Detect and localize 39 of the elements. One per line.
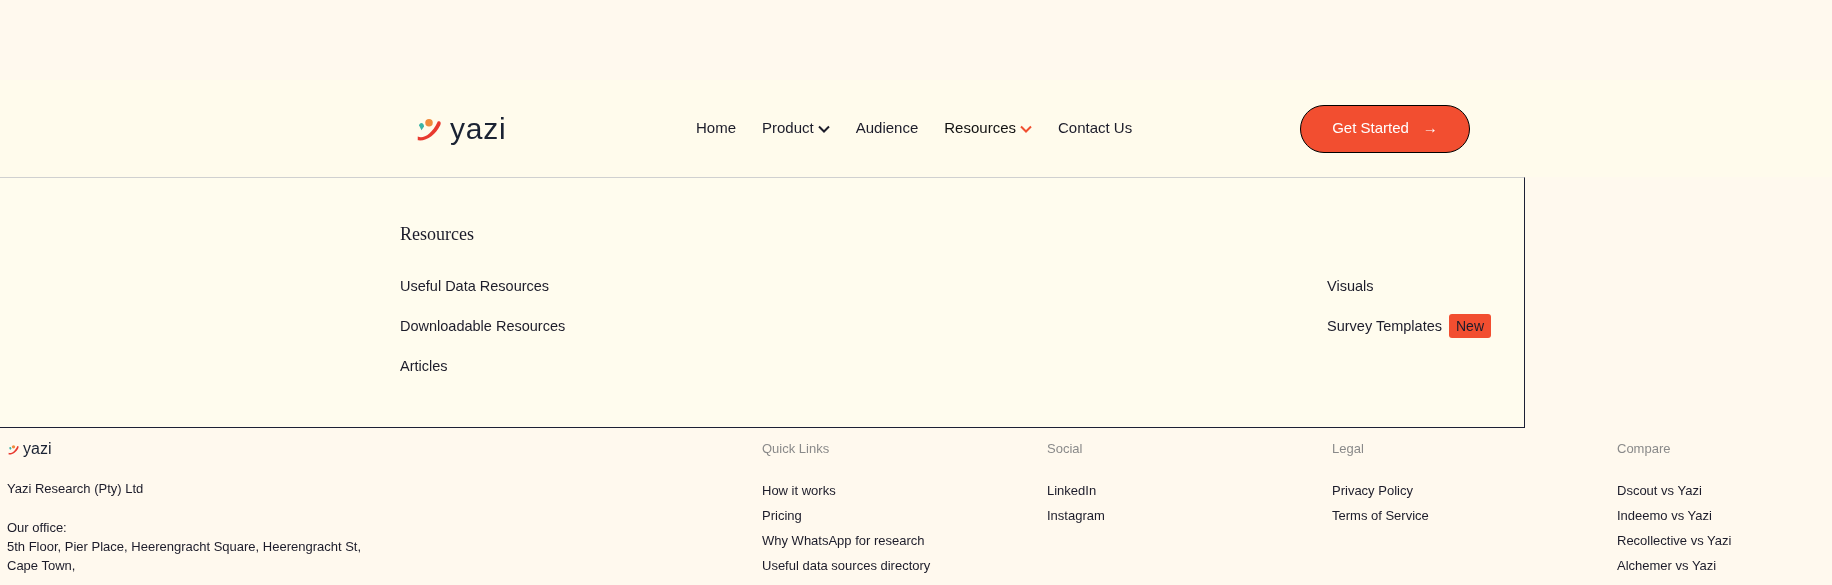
nav-link[interactable]: Product (762, 117, 830, 140)
footer-column-heading: Quick Links (762, 440, 831, 458)
footer-link[interactable]: Instagram (1047, 507, 1105, 525)
footer-link[interactable]: How it works (762, 482, 836, 500)
footer-column-heading: Social (1047, 440, 1084, 458)
new-badge: New (1449, 314, 1491, 338)
dropdown-link[interactable]: Useful Data Resources (400, 275, 550, 297)
footer-link[interactable]: Pricing (762, 507, 802, 525)
footer-column-heading: Legal (1332, 440, 1365, 458)
dropdown-link[interactable]: Visuals (1327, 275, 1374, 297)
logo-text[interactable]: yazi (23, 441, 52, 457)
address-line: 5th Floor, Pier Place, Heerengracht Square, Heerengracht St, (7, 538, 363, 555)
office-label: Our office: (7, 519, 68, 536)
get-started-button[interactable]: Get Started → (1300, 104, 1470, 153)
footer-link[interactable]: Useful data sources directory (762, 557, 931, 575)
nav-link[interactable]: Home (696, 117, 736, 140)
footer-link[interactable]: Terms of Service (1332, 507, 1429, 525)
dropdown-link[interactable]: Articles (400, 355, 448, 377)
address-line: Cape Town, (7, 557, 77, 574)
nav-link[interactable]: Audience (855, 117, 919, 140)
footer-link[interactable]: Indeemo vs Yazi (1617, 507, 1712, 525)
footer-link[interactable]: Dscout vs Yazi (1617, 482, 1702, 500)
nav-link[interactable]: Contact Us (1058, 117, 1133, 140)
footer-link[interactable]: Alchemer vs Yazi (1617, 557, 1717, 575)
dropdown-link[interactable]: Survey Templates (1327, 315, 1442, 337)
logo-icon (7, 442, 20, 456)
chevron-down-icon (1020, 124, 1032, 133)
nav-link[interactable]: Resources (944, 117, 1032, 140)
logo-text[interactable]: yazi (450, 113, 507, 144)
arrow-icon: → (1422, 117, 1438, 140)
footer-link[interactable]: Recollective vs Yazi (1617, 532, 1732, 550)
footer-link[interactable]: LinkedIn (1047, 482, 1097, 500)
dropdown-link[interactable]: Downloadable Resources (400, 315, 566, 337)
footer-column-heading: Compare (1617, 440, 1672, 458)
chevron-down-icon (817, 124, 830, 133)
company-name: Yazi Research (Pty) Ltd (7, 480, 145, 497)
dropdown-heading: Resources (400, 223, 475, 245)
footer-link[interactable]: Why WhatsApp for research (762, 532, 925, 550)
footer-link[interactable]: Privacy Policy (1332, 482, 1413, 500)
